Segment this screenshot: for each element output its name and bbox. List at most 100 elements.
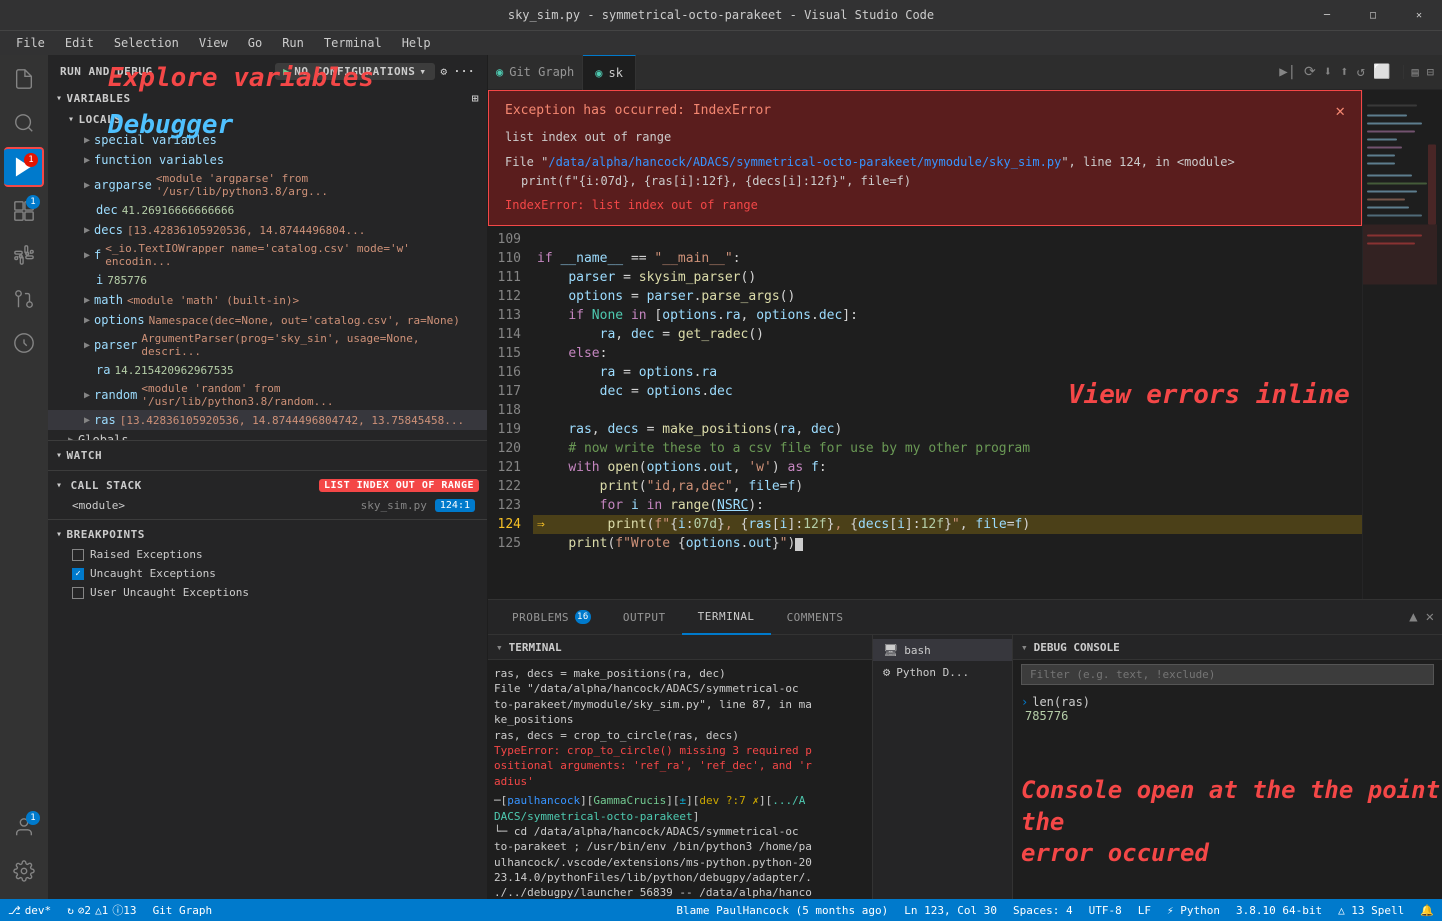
- panel-close-btn[interactable]: ✕: [1426, 609, 1434, 625]
- bell-icon: 🔔: [1420, 904, 1434, 917]
- code-area[interactable]: 109 110 111 112 113 114 115 116 117 118 …: [488, 226, 1362, 599]
- activity-settings[interactable]: [4, 851, 44, 891]
- variables-section-header[interactable]: ▾ VARIABLES ⊞: [48, 88, 487, 109]
- more-icon[interactable]: ···: [454, 65, 475, 78]
- no-configurations-dropdown[interactable]: ▶ No Configurations ▾: [275, 63, 434, 80]
- activity-git[interactable]: [4, 279, 44, 319]
- activity-testing[interactable]: [4, 235, 44, 275]
- menu-help[interactable]: Help: [394, 34, 439, 52]
- panel-content: ▾ TERMINAL ras, decs = make_positions(ra…: [488, 635, 1442, 899]
- status-errors[interactable]: ↻ ⊘2 △1 ⓘ13: [59, 899, 144, 921]
- watch-header[interactable]: ▾ WATCH: [48, 445, 487, 466]
- title-bar: sky_sim.py - symmetrical-octo-parakeet -…: [0, 0, 1442, 30]
- var-dec[interactable]: dec 41.26916666666666: [48, 200, 487, 220]
- exception-header: Exception has occurred: IndexError ✕: [505, 101, 1345, 120]
- activity-extensions[interactable]: 1: [4, 191, 44, 231]
- menu-run[interactable]: Run: [274, 34, 312, 52]
- tab-terminal[interactable]: TERMINAL: [682, 600, 771, 635]
- status-encoding[interactable]: UTF-8: [1081, 899, 1130, 921]
- menu-edit[interactable]: Edit: [57, 34, 102, 52]
- panel-split-btn[interactable]: ⊟: [1427, 65, 1434, 79]
- branch-icon: ⎇: [8, 904, 21, 917]
- activity-explorer[interactable]: [4, 59, 44, 99]
- status-right: Blame PaulHancock (5 months ago) Ln 123,…: [668, 899, 1442, 921]
- tab-git-graph[interactable]: Git Graph: [509, 65, 574, 79]
- terminal-line: to-parakeet ; /usr/bin/env /bin/python3 …: [494, 839, 866, 854]
- activity-debug[interactable]: 1: [4, 147, 44, 187]
- panel-maximize-btn[interactable]: ▲: [1409, 609, 1417, 625]
- var-parser[interactable]: ▶ parser ArgumentParser(prog='sky_sin', …: [48, 330, 487, 360]
- activity-remote[interactable]: [4, 323, 44, 363]
- call-stack-header[interactable]: ▾ CALL STACK list index out of range: [48, 475, 487, 496]
- debug-continue-btn[interactable]: ▶|: [1279, 64, 1296, 80]
- code-editor[interactable]: Exception has occurred: IndexError ✕ lis…: [488, 90, 1362, 599]
- bp-uncaught-exceptions[interactable]: ✓ Uncaught Exceptions: [48, 564, 487, 583]
- exception-code-line: print(f"{i:07d}, {ras[i]:12f}, {decs[i]:…: [505, 172, 1345, 191]
- terminal-python[interactable]: ⚙ Python D...: [873, 661, 1012, 683]
- status-spaces[interactable]: Spaces: 4: [1005, 899, 1081, 921]
- status-notifications[interactable]: 🔔: [1412, 899, 1442, 921]
- var-globals[interactable]: ▶ Globals: [48, 430, 487, 440]
- var-options[interactable]: ▶ options Namespace(dec=None, out='catal…: [48, 310, 487, 330]
- menu-selection[interactable]: Selection: [106, 34, 187, 52]
- status-branch[interactable]: ⎇ dev*: [0, 899, 59, 921]
- var-ras[interactable]: ▶ ras [13.42836105920536, 14.87444968047…: [48, 410, 487, 430]
- menu-view[interactable]: View: [191, 34, 236, 52]
- bp-raised-exceptions[interactable]: Raised Exceptions: [48, 545, 487, 564]
- layout-btn[interactable]: ▤: [1412, 65, 1419, 79]
- menu-go[interactable]: Go: [240, 34, 270, 52]
- activity-search[interactable]: [4, 103, 44, 143]
- tab-sk[interactable]: sk: [609, 66, 623, 80]
- status-spell[interactable]: △ 13 Spell: [1330, 899, 1412, 921]
- locals-header[interactable]: ▾ Locals: [48, 109, 487, 130]
- debug-step-out-btn[interactable]: ⬆: [1340, 64, 1348, 80]
- terminal-content[interactable]: ras, decs = make_positions(ra, dec) File…: [488, 660, 872, 899]
- call-stack-item[interactable]: <module> sky_sim.py 124:1: [48, 496, 487, 515]
- debug-restart-btn[interactable]: ↺: [1357, 64, 1365, 80]
- code-line-121: with open(options.out, 'w') as f:: [533, 458, 1362, 477]
- status-python-version[interactable]: 3.8.10 64-bit: [1228, 899, 1330, 921]
- status-eol[interactable]: LF: [1130, 899, 1159, 921]
- status-cursor-pos[interactable]: Ln 123, Col 30: [896, 899, 1005, 921]
- exception-file-link[interactable]: /data/alpha/hancock/ADACS/symmetrical-oc…: [548, 155, 1061, 169]
- var-decs[interactable]: ▶ decs [13.42836105920536, 14.8744496804…: [48, 220, 487, 240]
- menu-terminal[interactable]: Terminal: [316, 34, 390, 52]
- debug-step-into-btn[interactable]: ⬇: [1324, 64, 1332, 80]
- tab-comments[interactable]: COMMENTS: [771, 600, 860, 635]
- gear-icon[interactable]: ⚙: [441, 65, 448, 78]
- minimap: [1362, 90, 1442, 599]
- var-function-variables[interactable]: ▶ function variables: [48, 150, 487, 170]
- terminal-bash[interactable]: 🖥 bash: [873, 639, 1012, 661]
- status-language[interactable]: ⚡ Python: [1159, 899, 1228, 921]
- extensions-badge: 1: [26, 195, 40, 209]
- close-button[interactable]: ✕: [1396, 0, 1442, 30]
- var-argparse[interactable]: ▶ argparse <module 'argparse' from '/usr…: [48, 170, 487, 200]
- tab-output[interactable]: OUTPUT: [607, 600, 682, 635]
- minimize-button[interactable]: ─: [1304, 0, 1350, 30]
- terminal-line: adius': [494, 774, 866, 789]
- tab-problems[interactable]: PROBLEMS 16: [496, 600, 607, 635]
- status-blame[interactable]: Blame PaulHancock (5 months ago): [668, 899, 896, 921]
- var-ra[interactable]: ra 14.215420962967535: [48, 360, 487, 380]
- var-i[interactable]: i 785776: [48, 270, 487, 290]
- terminal-line: to-parakeet/mymodule/sky_sim.py", line 8…: [494, 697, 866, 712]
- var-random[interactable]: ▶ random <module 'random' from '/usr/lib…: [48, 380, 487, 410]
- code-line-124: ⇒ print(f"{i:07d}, {ras[i]:12f}, {decs[i…: [533, 515, 1362, 534]
- debug-stop-btn[interactable]: ⬜: [1373, 64, 1390, 80]
- var-special-variables[interactable]: ▶ special variables: [48, 130, 487, 150]
- menu-file[interactable]: File: [8, 34, 53, 52]
- exception-close-button[interactable]: ✕: [1335, 101, 1345, 120]
- breakpoints-header[interactable]: ▾ BREAKPOINTS: [48, 524, 487, 545]
- variables-expand-icon[interactable]: ⊞: [472, 92, 479, 105]
- activity-accounts[interactable]: 1: [4, 807, 44, 847]
- exception-panel: Exception has occurred: IndexError ✕ lis…: [488, 90, 1362, 226]
- debug-console-title: DEBUG CONSOLE: [1034, 641, 1120, 654]
- bp-user-uncaught-exceptions[interactable]: User Uncaught Exceptions: [48, 583, 487, 602]
- debug-filter-input[interactable]: [1021, 664, 1434, 685]
- var-f[interactable]: ▶ f <_io.TextIOWrapper name='catalog.csv…: [48, 240, 487, 270]
- terminal-line: ulhancock/.vscode/extensions/ms-python.p…: [494, 855, 866, 870]
- debug-step-over-btn[interactable]: ⟳: [1304, 64, 1316, 80]
- status-git-graph[interactable]: Git Graph: [145, 899, 221, 921]
- maximize-button[interactable]: □: [1350, 0, 1396, 30]
- var-math[interactable]: ▶ math <module 'math' (built-in)>: [48, 290, 487, 310]
